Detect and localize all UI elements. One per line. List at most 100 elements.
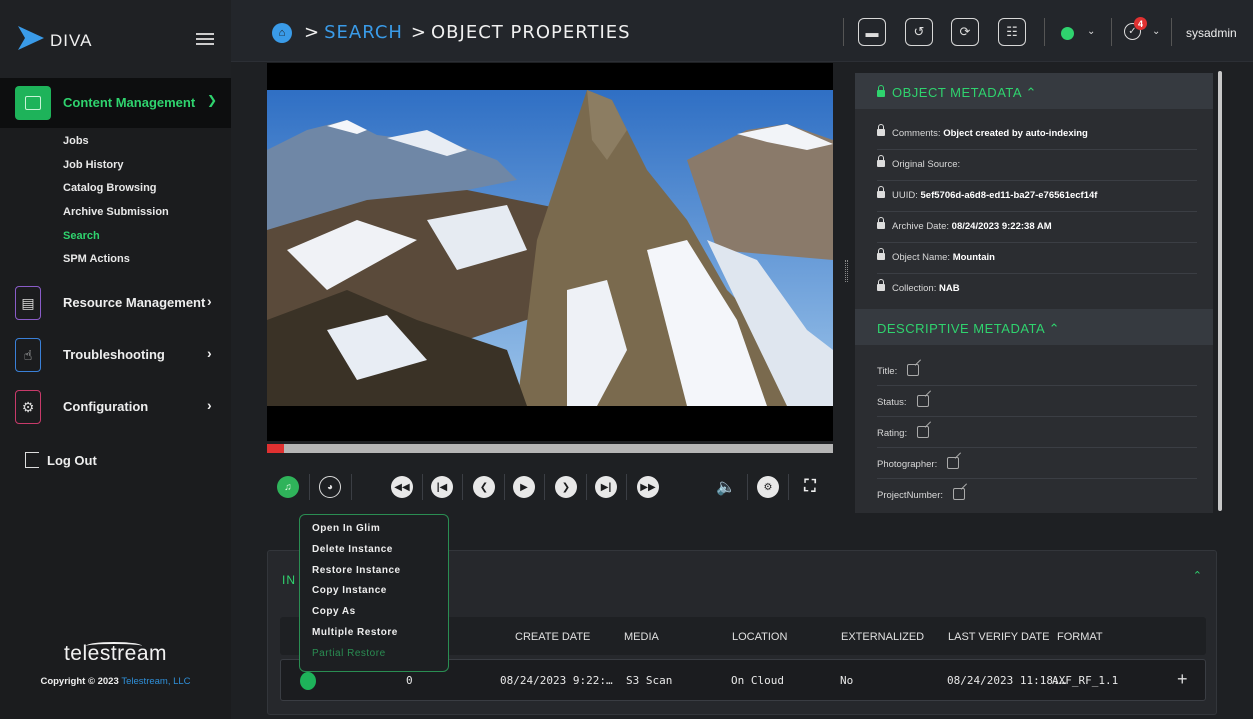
submenu-job-history[interactable]: Job History xyxy=(63,155,169,179)
step-forward-icon[interactable]: ❯ xyxy=(555,476,577,498)
metadata-scrollbar[interactable] xyxy=(1218,71,1222,511)
header-divider xyxy=(1044,18,1045,46)
chevron-down-icon[interactable]: ⌄ xyxy=(1152,26,1160,37)
menu-multiple-restore[interactable]: Multiple Restore xyxy=(312,627,448,648)
lock-icon xyxy=(877,124,885,136)
content-management-icon xyxy=(15,86,51,120)
rewind-icon[interactable]: ◀◀ xyxy=(391,476,413,498)
submenu-jobs[interactable]: Jobs xyxy=(63,131,169,155)
logout-button[interactable]: Log Out xyxy=(25,452,97,468)
storage-icon[interactable]: ▬ xyxy=(858,18,886,46)
edit-icon[interactable] xyxy=(947,457,960,469)
lock-icon xyxy=(877,248,885,260)
settings-gear-icon[interactable]: ⚙ xyxy=(757,476,779,498)
headphones-icon[interactable]: ♫ xyxy=(277,476,299,498)
play-icon[interactable]: ▶ xyxy=(513,476,535,498)
logout-label: Log Out xyxy=(47,453,97,468)
cell-externalized: No xyxy=(840,674,854,687)
menu-delete-instance[interactable]: Delete Instance xyxy=(312,544,448,565)
control-divider xyxy=(462,474,463,500)
nav-resource-management[interactable]: ▤ Resource Management › xyxy=(0,284,231,324)
step-back-icon[interactable]: ❮ xyxy=(473,476,495,498)
descriptive-metadata-header[interactable]: DESCRIPTIVE METADATA ⌃ xyxy=(855,309,1213,345)
col-location[interactable]: LOCATION xyxy=(732,631,787,643)
metadata-panel-top xyxy=(855,63,1213,73)
menu-copy-as[interactable]: Copy As xyxy=(312,606,448,627)
header-divider xyxy=(843,18,844,46)
submenu-spm-actions[interactable]: SPM Actions xyxy=(63,249,169,273)
fullscreen-icon[interactable]: ⛶ xyxy=(799,476,821,498)
submenu-archive-submission[interactable]: Archive Submission xyxy=(63,202,169,226)
header-divider xyxy=(1111,18,1112,46)
col-last-verify-date[interactable]: LAST VERIFY DATE xyxy=(948,631,1049,643)
mountain-video-frame xyxy=(267,90,833,406)
skip-to-start-icon[interactable]: |◀ xyxy=(431,476,453,498)
menu-restore-instance[interactable]: Restore Instance xyxy=(312,565,448,586)
row-actions-button[interactable] xyxy=(300,672,316,690)
panel-resize-handle[interactable] xyxy=(845,260,848,282)
volume-icon[interactable]: 🔈 xyxy=(715,476,737,498)
brand-bar: DIVA xyxy=(0,0,231,78)
user-menu[interactable]: sysadmin xyxy=(1186,26,1237,40)
submenu-search[interactable]: Search xyxy=(63,226,169,250)
menu-open-in-glim[interactable]: Open In Glim xyxy=(312,523,448,544)
meta-collection: Collection: NAB xyxy=(877,274,1197,305)
database-icon: ▤ xyxy=(15,286,41,320)
breadcrumb-object-properties: OBJECT PROPERTIES xyxy=(431,22,631,43)
lock-icon xyxy=(877,85,885,97)
object-metadata-header[interactable]: OBJECT METADATA ⌃ xyxy=(855,73,1213,109)
cell-id: 0 xyxy=(406,674,413,687)
seek-progress xyxy=(267,444,284,453)
meta-archive-date: Archive Date: 08/24/2023 9:22:38 AM xyxy=(877,212,1197,243)
logout-icon xyxy=(25,452,39,468)
breadcrumb-search[interactable]: SEARCH xyxy=(324,22,403,43)
nav-configuration[interactable]: ⚙ Configuration › xyxy=(0,388,231,428)
top-header: ⌂ > SEARCH > OBJECT PROPERTIES ▬ ↺ ⟳ ☷ ⌄ ✓ … xyxy=(231,0,1253,62)
desc-label: Rating: xyxy=(877,428,908,439)
video-player[interactable] xyxy=(267,63,833,441)
system-status-indicator[interactable] xyxy=(1061,27,1074,40)
home-icon[interactable]: ⌂ xyxy=(272,23,292,43)
seek-bar[interactable] xyxy=(267,444,833,453)
desc-label: Photographer: xyxy=(877,459,938,470)
menu-copy-instance[interactable]: Copy Instance xyxy=(312,585,448,606)
clipboard-icon[interactable]: ☷ xyxy=(998,18,1026,46)
content-management-submenu: Jobs Job History Catalog Browsing Archiv… xyxy=(63,131,169,273)
edit-icon[interactable] xyxy=(916,395,929,407)
col-create-date[interactable]: CREATE DATE xyxy=(515,631,590,643)
hamburger-menu-icon[interactable] xyxy=(196,33,214,45)
breadcrumb-separator-icon: > xyxy=(410,22,428,43)
diva-logo-icon xyxy=(18,26,44,50)
fast-forward-icon[interactable]: ▶▶ xyxy=(637,476,659,498)
control-divider xyxy=(351,474,352,500)
col-externalized[interactable]: EXTERNALIZED xyxy=(841,631,924,643)
chevron-down-icon[interactable]: ⌄ xyxy=(1087,26,1095,37)
chevron-down-icon[interactable]: ❯ xyxy=(207,93,217,107)
edit-icon[interactable] xyxy=(917,426,930,438)
meta-comments: Comments: Object created by auto-indexin… xyxy=(877,119,1197,150)
copyright-company[interactable]: Telestream, LLC xyxy=(121,676,190,687)
lock-icon xyxy=(877,217,885,229)
sidebar: DIVA Content Management ❯ Jobs Job Histo… xyxy=(0,0,231,719)
control-divider xyxy=(544,474,545,500)
edit-icon[interactable] xyxy=(953,488,965,500)
expand-row-icon[interactable]: + xyxy=(1177,669,1188,690)
skip-to-end-icon[interactable]: ▶| xyxy=(595,476,617,498)
speed-gauge-icon[interactable]: ◕ xyxy=(319,476,341,498)
chevron-up-icon[interactable]: ⌃ xyxy=(1193,569,1202,582)
meta-value: Object created by auto-indexing xyxy=(943,128,1088,139)
col-media[interactable]: MEDIA xyxy=(624,631,659,643)
history-icon[interactable]: ↺ xyxy=(905,18,933,46)
nav-troubleshooting[interactable]: ☝ Troubleshooting › xyxy=(0,336,231,376)
breadcrumb: > SEARCH > OBJECT PROPERTIES xyxy=(304,22,631,43)
meta-value: NAB xyxy=(939,283,960,294)
desc-label: Title: xyxy=(877,366,898,377)
col-format[interactable]: FORMAT xyxy=(1057,631,1103,643)
nav-content-management-label: Content Management xyxy=(63,95,196,110)
meta-label: Object Name: xyxy=(892,252,951,263)
refresh-icon[interactable]: ⟳ xyxy=(951,18,979,46)
nav-content-management[interactable]: Content Management ❯ xyxy=(0,78,231,128)
submenu-catalog-browsing[interactable]: Catalog Browsing xyxy=(63,178,169,202)
edit-icon[interactable] xyxy=(907,364,920,376)
nav-configuration-label: Configuration xyxy=(63,399,149,414)
